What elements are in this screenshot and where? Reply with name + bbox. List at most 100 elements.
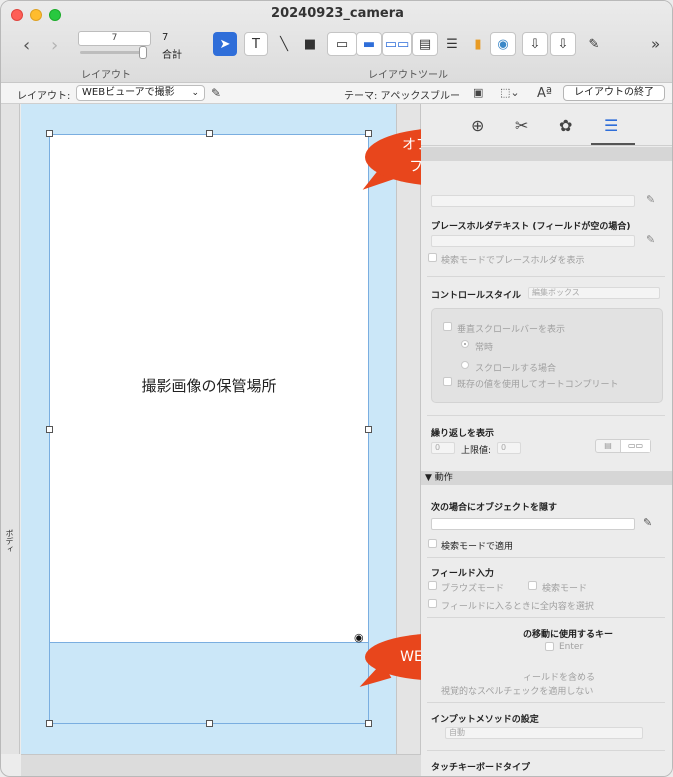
app-window: 20240923_camera ‹ › 7 7 合計 レイアウト レイアウトツー…	[0, 0, 673, 777]
part-label-strip: ボディ	[1, 104, 20, 754]
layout-select[interactable]: WEBビューアで撮影 ⌄	[76, 85, 205, 101]
placeholder-pencil-icon[interactable]: ✎	[646, 233, 655, 246]
resize-handle-top-left[interactable]	[46, 130, 53, 137]
hide-object-label: 次の場合にオブジェクトを隠す	[431, 503, 558, 513]
theme-styles-icon[interactable]: ▣	[473, 86, 483, 99]
shape-tool-icon[interactable]: ■	[298, 32, 322, 56]
enter-key-checkbox[interactable]	[545, 642, 554, 651]
max-label: 上限値:	[461, 446, 492, 456]
line-tool-icon[interactable]: ╲	[272, 32, 296, 56]
next-layout-icon[interactable]: ›	[51, 35, 58, 56]
appearance-tab-icon[interactable]: ✿	[559, 116, 572, 135]
edit-layout-pencil-icon[interactable]: ✎	[211, 86, 221, 100]
field-section-bar	[421, 147, 672, 161]
placeholder-input[interactable]	[431, 235, 635, 247]
when-scrolling-radio[interactable]	[461, 361, 469, 369]
autocomplete-label: 既存の値を使用してオートコンプリート	[457, 380, 619, 390]
previous-layout-icon[interactable]: ‹	[23, 35, 30, 56]
apply-find-checkbox[interactable]	[428, 539, 437, 548]
layout-select-value: WEBビューアで撮影	[82, 87, 175, 98]
input-method-select[interactable]: 自動	[445, 727, 643, 739]
autocomplete-checkbox[interactable]	[443, 377, 452, 386]
webviewer-tool-icon[interactable]: ◉	[490, 32, 516, 56]
resize-handle-right[interactable]	[365, 426, 372, 433]
chart-tool-icon[interactable]: ▮	[466, 32, 490, 56]
control-style-label: コントロールスタイル	[431, 291, 522, 301]
button-tool-icon[interactable]: ▬	[356, 32, 382, 56]
popover-tool-icon[interactable]: ▤	[412, 32, 438, 56]
divider	[427, 702, 665, 703]
hide-object-pencil-icon[interactable]: ✎	[643, 516, 652, 529]
divider	[427, 617, 665, 618]
hide-object-input[interactable]	[431, 518, 635, 530]
webviewer-placeholder-text: 撮影画像の保管場所	[141, 377, 277, 395]
layout-tools-caption: レイアウトツール	[368, 70, 448, 81]
browse-mode-checkbox[interactable]	[428, 581, 437, 590]
vertical-repeat-icon[interactable]: ▤	[596, 440, 620, 452]
repeat-label: 繰り返しを表示	[431, 429, 495, 439]
inspector-panel: ⊕ ✂ ✿ ☰ ✎ プレースホルダテキスト (フィールドが空の場合) ✎ 検索モ…	[421, 104, 672, 776]
inspector-tabs: ⊕ ✂ ✿ ☰	[421, 104, 672, 146]
no-spellcheck-label: 視覚的なスペルチェックを適用しない	[441, 687, 594, 697]
input-method-value: 自動	[449, 728, 465, 737]
layout-number-field[interactable]: 7	[78, 31, 151, 46]
max-input[interactable]: 0	[497, 442, 521, 454]
repeat-input[interactable]: 0	[431, 442, 455, 454]
insert-part-tool-icon[interactable]: ⇩	[550, 32, 576, 56]
eye-icon[interactable]: ◉	[354, 631, 364, 644]
body-part-label[interactable]: ボディ	[4, 529, 15, 553]
layout-slider-knob[interactable]	[139, 46, 147, 59]
position-tab-icon[interactable]: ⊕	[471, 116, 484, 135]
field-tool-icon[interactable]: ▭	[327, 32, 357, 56]
behavior-section-bar[interactable]: ▼ 動作	[421, 471, 672, 485]
window-title: 20240923_camera	[271, 6, 404, 21]
keys-label: の移動に使用するキー	[523, 630, 614, 640]
enter-key-label: Enter	[559, 642, 584, 652]
end-layout-button[interactable]: レイアウトの終了	[563, 85, 665, 101]
touch-keyboard-label: タッチキーボードタイプ	[431, 763, 531, 773]
layout-total-count: 7	[162, 32, 169, 43]
resize-handle-bottom[interactable]	[206, 720, 213, 727]
vertical-scrollbar-label: 垂直スクロールバーを表示	[457, 325, 566, 335]
control-style-select[interactable]: 編集ボックス	[528, 287, 660, 299]
apply-find-label: 検索モードで適用	[441, 542, 514, 552]
pointer-tool-icon[interactable]: ➤	[213, 32, 237, 56]
data-tab-icon[interactable]: ☰	[604, 116, 618, 135]
title-bar: 20240923_camera ‹ › 7 7 合計 レイアウト レイアウトツー…	[1, 1, 672, 83]
resize-handle-bottom-right[interactable]	[365, 720, 372, 727]
select-entire-label: フィールドに入るときに全内容を選択	[441, 602, 594, 612]
placeholder-find-label: 検索モードでプレースホルダを表示	[441, 256, 585, 266]
placeholder-find-checkbox[interactable]	[428, 253, 437, 262]
button-bar-tool-icon[interactable]: ▭▭	[382, 32, 412, 56]
resize-handle-left[interactable]	[46, 426, 53, 433]
layout-caption: レイアウト	[81, 70, 131, 81]
insert-field-tool-icon[interactable]: ⇩	[522, 32, 548, 56]
text-tool-icon[interactable]: T	[244, 32, 268, 56]
text-format-icon[interactable]: Aª	[537, 86, 552, 101]
chevron-down-icon: ⌄	[191, 88, 199, 98]
layout-label: レイアウト:	[17, 91, 71, 102]
find-mode-label: 検索モード	[542, 584, 588, 594]
browse-mode-label: ブラウズモード	[441, 584, 505, 594]
find-mode-checkbox[interactable]	[528, 581, 537, 590]
portal-tool-icon[interactable]: ☰	[440, 32, 464, 56]
placeholder-label: プレースホルダテキスト (フィールドが空の場合)	[431, 222, 631, 232]
theme-label: テーマ: アペックスブルー	[344, 91, 461, 102]
field-name-input[interactable]	[431, 195, 635, 207]
repeat-orientation-toggle[interactable]: ▤ ▭▭	[595, 439, 651, 453]
divider	[427, 750, 665, 751]
resize-handle-top[interactable]	[206, 130, 213, 137]
horizontal-repeat-icon[interactable]: ▭▭	[620, 440, 650, 452]
format-painter-tool-icon[interactable]: ✎	[582, 32, 606, 56]
always-label: 常時	[475, 343, 494, 353]
toolbar-overflow-icon[interactable]: »	[651, 35, 660, 53]
vertical-scrollbar-checkbox[interactable]	[443, 322, 452, 331]
tools-tab-icon[interactable]: ✂	[515, 116, 528, 135]
grid-icon[interactable]: ⬚⌄	[500, 86, 520, 99]
resize-handle-bottom-left[interactable]	[46, 720, 53, 727]
layout-slider-track[interactable]	[80, 51, 146, 54]
always-radio[interactable]	[461, 340, 469, 348]
select-entire-checkbox[interactable]	[428, 599, 437, 608]
active-tab-indicator	[591, 143, 635, 145]
field-pencil-icon[interactable]: ✎	[646, 193, 655, 206]
